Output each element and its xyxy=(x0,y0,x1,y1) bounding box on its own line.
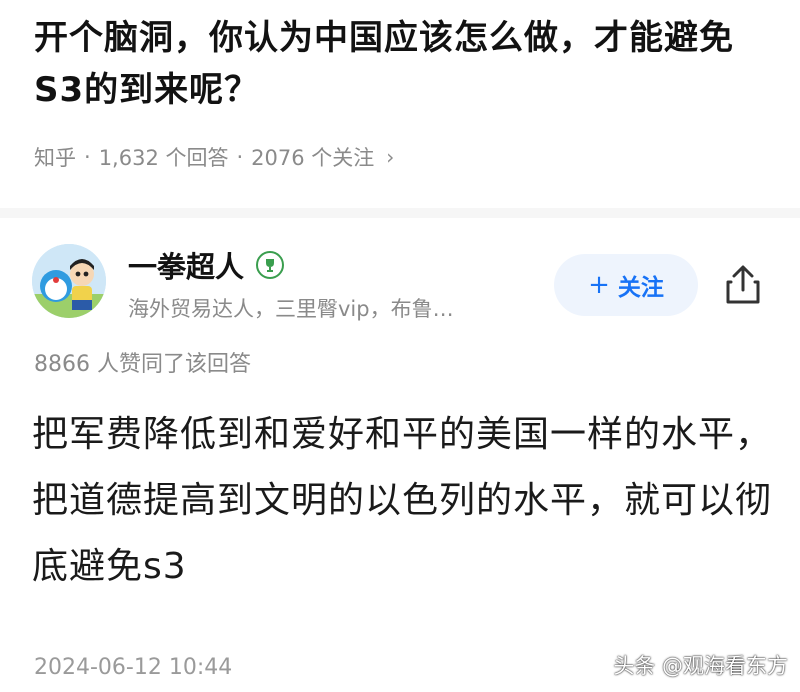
source-label: 知乎 xyxy=(34,146,76,170)
answer-count: 1,632 个回答 xyxy=(98,146,229,170)
upvote-count: 8866 人赞同了该回答 xyxy=(34,352,251,377)
cartoon-avatar-icon xyxy=(32,244,106,318)
question-title[interactable]: 开个脑洞，你认为中国应该怎么做，才能避免S3的到来呢？ xyxy=(34,12,774,116)
meta-separator: · xyxy=(236,145,244,169)
answer-content[interactable]: 把军费降低到和爱好和平的美国一样的水平，把道德提高到文明的以色列的水平，就可以彻… xyxy=(32,402,772,600)
share-icon[interactable] xyxy=(720,262,766,308)
chevron-right-icon[interactable]: › xyxy=(386,145,394,169)
watermark: 头条 @观海看东方 xyxy=(613,654,788,678)
question-meta[interactable]: 知乎 · 1,632 个回答 · 2076 个关注 › xyxy=(34,142,394,172)
author-description: 海外贸易达人，三里臀vip，布鲁… xyxy=(128,297,454,321)
author-name[interactable]: 一拳超人 xyxy=(128,244,244,286)
section-divider xyxy=(0,208,800,218)
author-name-row[interactable]: 一拳超人 xyxy=(128,244,285,286)
trophy-icon xyxy=(256,251,285,279)
answer-date: 2024-06-12 10:44 xyxy=(34,655,233,680)
follow-button[interactable]: + 关注 xyxy=(554,254,698,316)
meta-separator: · xyxy=(84,145,91,169)
follow-count: 2076 个关注 xyxy=(251,146,375,170)
plus-icon: + xyxy=(588,270,610,300)
avatar[interactable] xyxy=(32,244,106,318)
follow-label: 关注 xyxy=(617,275,664,301)
